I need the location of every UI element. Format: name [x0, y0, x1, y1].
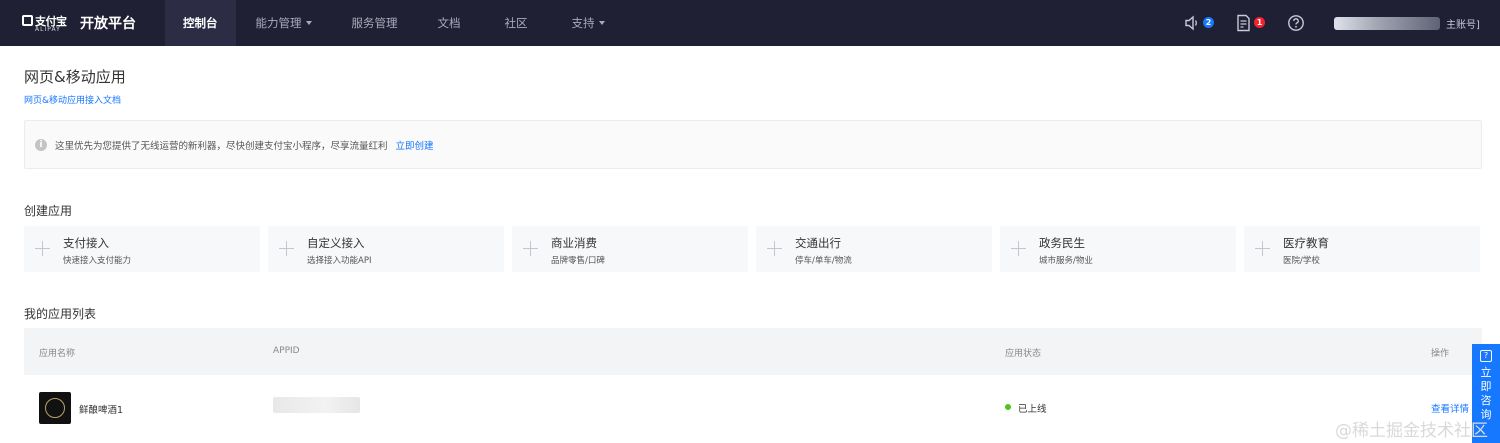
card-title: 商业消费 — [551, 236, 597, 250]
card-title: 支付接入 — [63, 236, 109, 250]
notification-count-badge: 2 — [1203, 17, 1214, 28]
table-header: 应用名称 APPID 应用状态 操作 — [24, 328, 1482, 375]
plus-icon — [522, 240, 539, 257]
card-subtitle: 医院/学校 — [1283, 256, 1320, 266]
card-subtitle: 选择接入功能API — [307, 256, 372, 266]
plus-icon — [1254, 240, 1271, 257]
card-title: 政务民生 — [1039, 236, 1085, 250]
logo-subtext: ALIPAY — [35, 26, 61, 33]
alipay-logo-mark — [22, 15, 33, 26]
notice-banner: i 这里优先为您提供了无线运营的新利器，尽快创建支付宝小程序，尽享流量红利 立即… — [24, 120, 1482, 169]
nav-item-label: 控制台 — [183, 16, 218, 30]
nav-item-label: 能力管理 — [255, 16, 302, 30]
account-menu[interactable]: 主账号] — [1334, 0, 1480, 46]
card-custom[interactable]: 自定义接入 选择接入功能API — [268, 226, 504, 272]
card-subtitle: 停车/单车/物流 — [795, 256, 852, 266]
brand[interactable]: 支付宝 ALIPAY 开放平台 — [0, 0, 165, 46]
avatar — [1334, 16, 1440, 30]
card-medical[interactable]: 医疗教育 医院/学校 — [1244, 226, 1480, 272]
card-commerce[interactable]: 商业消费 品牌零售/口碑 — [512, 226, 748, 272]
top-nav-bar: 支付宝 ALIPAY 开放平台 控制台 能力管理 服务管理 文档 社区 支持 2… — [0, 0, 1500, 46]
page-title: 网页&移动应用 — [24, 68, 126, 86]
card-title: 医疗教育 — [1283, 236, 1329, 250]
help-icon[interactable] — [1287, 14, 1305, 32]
card-transport[interactable]: 交通出行 停车/单车/物流 — [756, 226, 992, 272]
card-subtitle: 城市服务/物业 — [1039, 256, 1093, 266]
nav-item-support[interactable]: 支持 — [552, 0, 625, 46]
card-government[interactable]: 政务民生 城市服务/物业 — [1000, 226, 1236, 272]
chevron-down-icon — [305, 21, 312, 25]
chat-icon: ? — [1480, 350, 1492, 362]
status-text: 已上线 — [1018, 404, 1047, 415]
column-header-status: 应用状态 — [1005, 349, 1042, 359]
plus-icon — [278, 240, 295, 257]
brand-title: 开放平台 — [80, 16, 136, 32]
card-title: 自定义接入 — [307, 236, 365, 250]
table-row: 鲜酿啤酒1 已上线 查看详情 — [24, 375, 1482, 439]
column-header-name: 应用名称 — [39, 349, 76, 359]
notice-text: 这里优先为您提供了无线运营的新利器，尽快创建支付宝小程序，尽享流量红利 — [55, 140, 388, 152]
alipay-logo: 支付宝 ALIPAY — [22, 12, 70, 34]
app-logo-emblem — [45, 398, 65, 418]
column-header-appid: APPID — [273, 346, 300, 356]
create-app-cards: 支付接入 快速接入支付能力 自定义接入 选择接入功能API 商业消费 品牌零售/… — [24, 226, 1480, 272]
app-logo — [39, 392, 71, 424]
speaker-icon — [1185, 15, 1197, 31]
app-name: 鲜酿啤酒1 — [79, 405, 124, 416]
column-header-action: 操作 — [1431, 349, 1450, 359]
nav-item-docs[interactable]: 文档 — [418, 0, 481, 46]
document-icon — [1237, 14, 1250, 32]
chevron-down-icon — [598, 21, 605, 25]
nav-item-label: 文档 — [437, 16, 461, 30]
plus-icon — [1010, 240, 1027, 257]
card-title: 交通出行 — [795, 236, 841, 250]
nav-item-capability[interactable]: 能力管理 — [236, 0, 332, 46]
info-icon: i — [35, 138, 47, 151]
main-content: 网页&移动应用 网页&移动应用接入文档 i 这里优先为您提供了无线运营的新利器，… — [0, 46, 1500, 443]
plus-icon — [34, 240, 51, 257]
doc-link[interactable]: 网页&移动应用接入文档 — [24, 93, 121, 106]
view-details-link[interactable]: 查看详情 — [1431, 401, 1469, 415]
message-count-badge: 1 — [1254, 17, 1265, 28]
card-payment[interactable]: 支付接入 快速接入支付能力 — [24, 226, 260, 272]
nav-item-service[interactable]: 服务管理 — [332, 0, 418, 46]
status-dot-icon — [1005, 404, 1011, 410]
nav-item-label: 服务管理 — [351, 16, 398, 30]
consult-label: 立即咨询 — [1480, 366, 1492, 421]
create-section-title: 创建应用 — [24, 204, 73, 218]
nav-item-console[interactable]: 控制台 — [165, 0, 236, 46]
nav-item-label: 社区 — [504, 16, 528, 30]
card-subtitle: 快速接入支付能力 — [63, 256, 132, 266]
account-label: 主账号] — [1446, 19, 1480, 31]
appid-value-redacted — [273, 397, 360, 413]
watermark: @稀土掘金技术社区 — [1335, 421, 1488, 441]
main-nav: 控制台 能力管理 服务管理 文档 社区 支持 — [165, 0, 625, 46]
create-now-link[interactable]: 立即创建 — [396, 138, 434, 152]
nav-item-label: 支持 — [571, 16, 595, 30]
plus-icon — [766, 240, 783, 257]
card-subtitle: 品牌零售/口碑 — [551, 256, 605, 266]
app-list-title: 我的应用列表 — [24, 307, 97, 321]
nav-item-community[interactable]: 社区 — [481, 0, 552, 46]
